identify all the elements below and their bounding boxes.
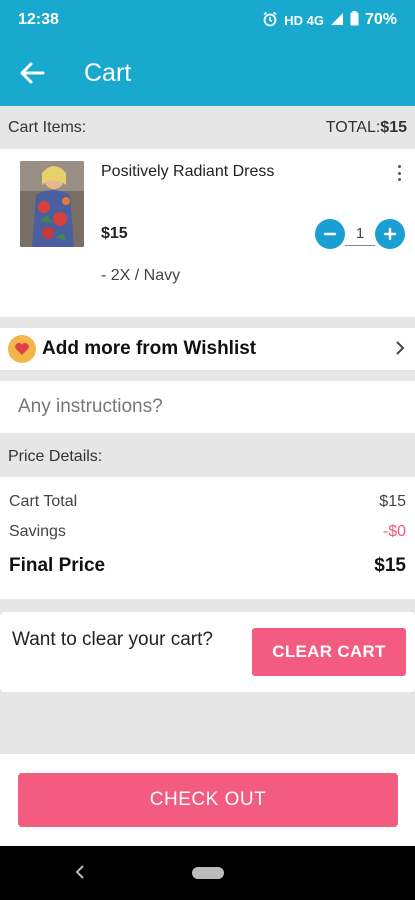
nav-back-icon[interactable]: [74, 863, 86, 886]
cart-items-header: Cart Items: TOTAL:$15: [0, 106, 415, 150]
savings-value: -$0: [382, 523, 406, 540]
status-icons: HD 4G 70%: [262, 11, 397, 30]
instructions-card: [0, 381, 415, 433]
alarm-icon: [262, 11, 278, 30]
decrease-quantity-button[interactable]: [315, 219, 345, 249]
final-price-value: $15: [374, 555, 406, 576]
price-details-label: Price Details:: [8, 448, 103, 465]
final-price-row: Final Price $15: [9, 555, 406, 577]
product-variant: - 2X / Navy: [101, 267, 181, 284]
cart-items-label: Cart Items:: [8, 119, 87, 136]
product-price: $15: [101, 225, 128, 242]
product-name[interactable]: Positively Radiant Dress: [101, 163, 274, 181]
cart-total-label: Cart Total: [9, 493, 78, 510]
cart-total-row: Cart Total $15: [9, 493, 406, 511]
checkout-button[interactable]: CHECK OUT: [18, 773, 398, 827]
signal-icon: [330, 12, 344, 29]
battery-icon: [350, 11, 359, 29]
savings-row: Savings -$0: [9, 523, 406, 541]
quantity-value[interactable]: 1: [345, 223, 375, 246]
heart-icon: [8, 335, 36, 363]
arrow-left-icon: [20, 62, 45, 84]
wishlist-label: Add more from Wishlist: [42, 338, 257, 359]
chevron-right-icon: [395, 340, 405, 361]
battery-percent: 70%: [364, 11, 397, 28]
final-price-label: Final Price: [9, 555, 106, 576]
page-title: Cart: [84, 58, 132, 87]
instructions-input[interactable]: [18, 396, 398, 418]
add-from-wishlist-row[interactable]: Add more from Wishlist: [0, 328, 415, 370]
nav-home-button[interactable]: [192, 867, 224, 879]
cart-total-value: $15: [379, 493, 406, 510]
checkout-bar: CHECK OUT: [0, 754, 415, 846]
quantity-stepper: 1: [315, 219, 405, 249]
back-button[interactable]: [0, 40, 64, 106]
product-image[interactable]: [20, 161, 84, 247]
total-label: TOTAL:: [325, 119, 381, 136]
clear-cart-prompt: Want to clear your cart?: [12, 629, 213, 650]
total-value: $15: [380, 119, 407, 136]
cart-item-card: Positively Radiant Dress $15 1 - 2X / Na…: [0, 149, 415, 317]
plus-icon: [383, 227, 397, 241]
clear-cart-card: Want to clear your cart? CLEAR CART: [0, 612, 415, 692]
network-label: HD 4G: [284, 12, 324, 28]
status-time: 12:38: [18, 11, 59, 28]
increase-quantity-button[interactable]: [375, 219, 405, 249]
cart-total-summary: TOTAL:$15: [326, 119, 407, 137]
savings-label: Savings: [9, 523, 66, 540]
system-nav-bar: [0, 846, 415, 900]
price-details-header: Price Details:: [0, 435, 415, 479]
price-details-card: Cart Total $15 Savings -$0 Final Price $…: [0, 477, 415, 599]
app-bar: Cart: [0, 40, 415, 106]
minus-icon: [323, 232, 337, 236]
clear-cart-button[interactable]: CLEAR CART: [252, 628, 406, 676]
status-bar: 12:38 HD 4G 70%: [0, 0, 415, 40]
more-options-icon[interactable]: [393, 163, 405, 183]
